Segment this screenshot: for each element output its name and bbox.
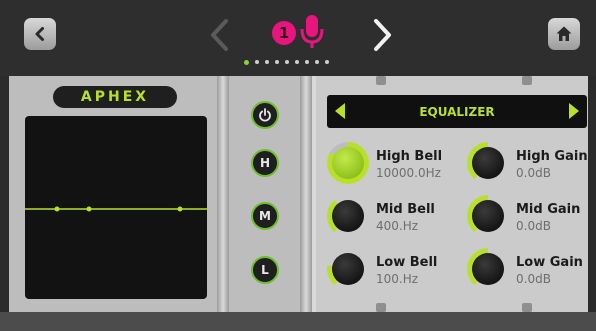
eq-curve-display — [25, 116, 207, 299]
home-button[interactable] — [548, 18, 580, 50]
high-bell-knob[interactable] — [327, 142, 369, 184]
chevron-right-icon — [374, 19, 391, 51]
tab-notch — [376, 76, 386, 85]
mid-bell-label: Mid Bell — [376, 202, 435, 217]
mid-bell-value: 400.Hz — [376, 219, 419, 233]
low-band-button[interactable]: L — [251, 256, 279, 284]
page-dot[interactable] — [325, 60, 329, 64]
mid-gain-label: Mid Gain — [516, 202, 581, 217]
high-gain-label: High Gain — [516, 149, 588, 164]
next-channel-button[interactable] — [372, 18, 394, 56]
chevron-left-icon — [211, 19, 228, 51]
mid-band-point[interactable] — [86, 206, 92, 212]
page-indicator — [244, 59, 329, 68]
tab-notch — [522, 76, 532, 85]
low-bell-label: Low Bell — [376, 255, 438, 270]
low-bell-value: 100.Hz — [376, 272, 419, 286]
eq-curve-graph — [25, 206, 207, 212]
left-rail — [217, 76, 229, 312]
high-gain-knob[interactable] — [467, 142, 509, 184]
high-bell-value: 10000.0Hz — [376, 166, 441, 180]
knob-face — [472, 253, 504, 285]
page-dot[interactable] — [244, 59, 249, 65]
knob-face — [472, 147, 504, 179]
knob-face — [332, 253, 364, 285]
section-header: EQUALIZER — [327, 95, 587, 128]
tab-notch — [376, 303, 386, 312]
page-dot[interactable] — [265, 60, 269, 64]
page-dot[interactable] — [275, 60, 279, 64]
chevron-left-icon — [35, 27, 44, 41]
knob-face — [332, 147, 364, 179]
page-dot[interactable] — [285, 60, 289, 64]
high-band-point[interactable] — [177, 206, 183, 212]
microphone-icon — [300, 15, 324, 48]
high-band-button[interactable]: H — [251, 149, 279, 177]
page-dot[interactable] — [305, 60, 309, 64]
knob-face — [472, 200, 504, 232]
mid-gain-knob[interactable] — [467, 195, 509, 237]
right-rail — [300, 76, 312, 312]
knob-face — [332, 200, 364, 232]
low-gain-knob[interactable] — [467, 248, 509, 290]
previous-channel-button[interactable] — [208, 18, 230, 56]
page-dot[interactable] — [295, 60, 299, 64]
bottom-bar — [0, 312, 596, 331]
mid-band-button[interactable]: M — [251, 202, 279, 230]
mid-gain-value: 0.0dB — [516, 219, 551, 233]
page-dot[interactable] — [315, 60, 319, 64]
mid-bell-knob[interactable] — [327, 195, 369, 237]
channel-number-badge: 1 — [272, 21, 296, 45]
high-gain-value: 0.0dB — [516, 166, 551, 180]
tab-notch — [522, 303, 532, 312]
low-band-point[interactable] — [54, 206, 60, 212]
low-gain-value: 0.0dB — [516, 272, 551, 286]
section-title: EQUALIZER — [419, 104, 495, 119]
next-section-button[interactable] — [569, 103, 579, 119]
aphex-logo: APHEX — [53, 86, 177, 108]
high-bell-label: High Bell — [376, 149, 443, 164]
power-button[interactable] — [251, 101, 279, 129]
low-gain-label: Low Gain — [516, 255, 583, 270]
channel-indicator: 1 — [272, 14, 336, 50]
page-dot[interactable] — [255, 60, 259, 64]
back-button[interactable] — [24, 18, 56, 50]
low-bell-knob[interactable] — [327, 248, 369, 290]
power-icon — [259, 108, 271, 122]
home-icon — [556, 26, 572, 41]
